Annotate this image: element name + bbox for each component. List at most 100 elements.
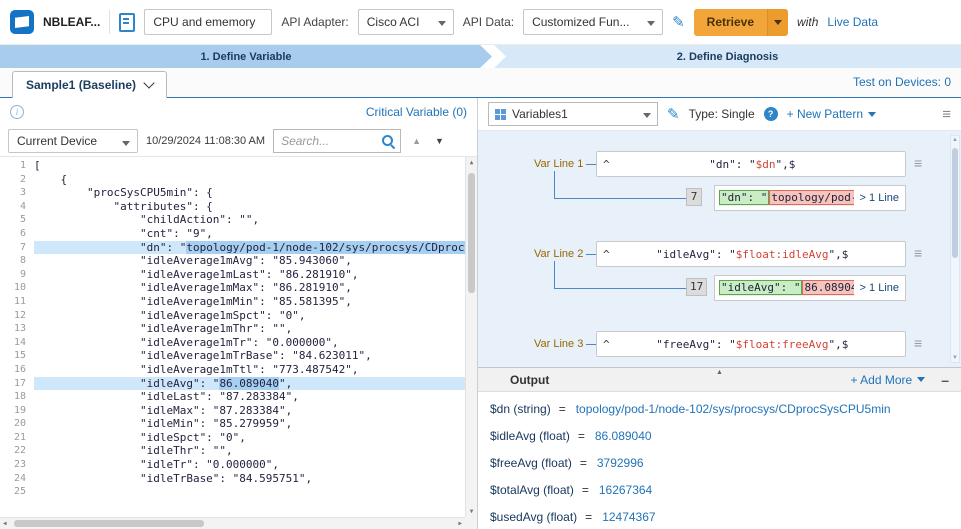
collapse-output-icon[interactable]: ▲ xyxy=(716,368,723,377)
code-line[interactable]: 3 "procSysCPU5min": { xyxy=(0,186,465,200)
line-number: 25 xyxy=(0,485,34,499)
info-icon[interactable]: i xyxy=(10,105,24,119)
find-previous-icon[interactable]: ▲ xyxy=(409,134,424,148)
test-on-devices-link[interactable]: Test on Devices: 0 xyxy=(853,75,951,89)
selected-text: 86.089040 xyxy=(219,377,279,390)
line-number: 18 xyxy=(0,390,34,404)
match-preview[interactable]: "dn": "topology/pod-1/node-102/sy> 1 Lin… xyxy=(714,185,906,211)
code-line[interactable]: 10 "idleAverage1mMax": "86.281910", xyxy=(0,281,465,295)
vertical-scrollbar-thumb[interactable] xyxy=(468,173,475,293)
help-icon[interactable]: ? xyxy=(764,107,778,121)
scroll-left-icon[interactable]: ◀ xyxy=(3,520,7,527)
code-line[interactable]: 6 "cnt": "9", xyxy=(0,227,465,241)
tab-sample1-baseline[interactable]: Sample1 (Baseline) xyxy=(12,71,167,98)
code-line[interactable]: 25 xyxy=(0,485,465,499)
code-line[interactable]: 8 "idleAverage1mAvg": "85.943060", xyxy=(0,254,465,268)
retrieve-label[interactable]: Retrieve xyxy=(694,9,767,36)
code-line[interactable]: 16 "idleAverage1mTtl": "773.487542", xyxy=(0,363,465,377)
search-input[interactable] xyxy=(279,133,377,149)
code-line[interactable]: 12 "idleAverage1mSpct": "0", xyxy=(0,309,465,323)
step-define-variable[interactable]: 1. Define Variable xyxy=(0,45,492,68)
code-line[interactable]: 5 "childAction": "", xyxy=(0,213,465,227)
new-pattern-link[interactable]: + New Pattern xyxy=(787,107,876,121)
code-text: "idleThr": "", xyxy=(34,444,465,458)
search-box[interactable] xyxy=(273,129,401,153)
code-line[interactable]: 2 { xyxy=(0,173,465,187)
pattern-variable: $dn xyxy=(756,158,776,171)
api-adapter-select[interactable]: Cisco ACI xyxy=(358,9,454,35)
edit-api-data-icon[interactable]: ✎ xyxy=(672,15,685,30)
critical-variable-link[interactable]: Critical Variable (0) xyxy=(366,105,467,119)
editor-vertical-scrollbar[interactable]: ▲ ▼ xyxy=(465,157,477,517)
api-adapter-value: Cisco ACI xyxy=(367,15,420,29)
var-line-menu-icon[interactable]: ≡ xyxy=(914,156,922,171)
retrieve-button[interactable]: Retrieve xyxy=(694,9,788,36)
expand-one-line-link[interactable]: > 1 Line xyxy=(860,192,899,204)
code-editor[interactable]: 1[2 {3 "procSysCPU5min": {4 "attributes"… xyxy=(0,156,477,529)
step-define-diagnosis[interactable]: 2. Define Diagnosis xyxy=(494,45,961,68)
code-line[interactable]: 15 "idleAverage1mTrBase": "84.623011", xyxy=(0,349,465,363)
edit-variables-icon[interactable]: ✎ xyxy=(667,107,680,122)
equals-sign: = xyxy=(582,483,589,497)
var-line-menu-icon[interactable]: ≡ xyxy=(914,336,922,351)
chevron-down-icon[interactable] xyxy=(143,77,154,88)
code-text: "idleAvg": "86.089040", xyxy=(34,377,465,391)
var-line-menu-icon[interactable]: ≡ xyxy=(914,246,922,261)
output-header: ▲ Output + Add More – xyxy=(478,367,961,392)
device-select[interactable]: Current Device xyxy=(8,129,138,153)
code-line[interactable]: 7 "dn": "topology/pod-1/node-102/sys/pro… xyxy=(0,241,465,255)
pattern-input[interactable]: ^"idleAvg": "$float:idleAvg",$ xyxy=(596,241,906,267)
code-line[interactable]: 22 "idleThr": "", xyxy=(0,444,465,458)
find-next-icon[interactable]: ▼ xyxy=(432,134,447,148)
equals-sign: = xyxy=(559,402,566,416)
scroll-up-icon[interactable]: ▲ xyxy=(951,137,959,143)
code-prefix: "dn": " xyxy=(34,241,186,254)
expand-one-line-link[interactable]: > 1 Line xyxy=(860,282,899,294)
code-line[interactable]: 18 "idleLast": "87.283384", xyxy=(0,390,465,404)
code-line[interactable]: 11 "idleAverage1mMin": "85.581395", xyxy=(0,295,465,309)
match-preview[interactable]: "idleAvg": "86.089040",> 1 Line xyxy=(714,275,906,301)
output-variable-name: $usedAvg (float) xyxy=(490,510,577,524)
code-line[interactable]: 20 "idleMin": "85.279959", xyxy=(0,417,465,431)
connector-line xyxy=(554,171,555,198)
pattern-scrollbar-thumb[interactable] xyxy=(952,148,958,258)
output-variable-name: $freeAvg (float) xyxy=(490,456,572,470)
retrieve-dropdown-icon[interactable] xyxy=(767,9,788,36)
task-name-box[interactable]: CPU and ememory xyxy=(144,9,272,35)
line-number: 22 xyxy=(0,444,34,458)
pattern-input[interactable]: ^"dn": "$dn",$ xyxy=(596,151,906,177)
variables-select[interactable]: Variables1 xyxy=(488,102,658,126)
editor-horizontal-scrollbar[interactable]: ◀ ▶ xyxy=(0,517,465,529)
pattern-prefix: "idleAvg": " xyxy=(656,248,735,261)
scroll-down-icon[interactable]: ▼ xyxy=(470,508,474,515)
add-more-link[interactable]: + Add More xyxy=(850,373,925,387)
line-number: 9 xyxy=(0,268,34,282)
code-line[interactable]: 24 "idleTrBase": "84.595751", xyxy=(0,472,465,486)
scroll-down-icon[interactable]: ▼ xyxy=(951,355,959,361)
output-row: $totalAvg (float)=16267364 xyxy=(478,477,961,504)
code-text: [ xyxy=(34,159,465,173)
scroll-up-icon[interactable]: ▲ xyxy=(470,159,474,166)
live-data-link[interactable]: Live Data xyxy=(827,15,878,29)
pattern-menu-icon[interactable]: ≡ xyxy=(942,107,951,122)
code-line[interactable]: 23 "idleTr": "0.000000", xyxy=(0,458,465,472)
api-data-select[interactable]: Customized Fun... xyxy=(523,9,663,35)
code-line[interactable]: 1[ xyxy=(0,159,465,173)
pattern-scrollbar[interactable]: ▲ ▼ xyxy=(950,135,960,363)
minimize-output-icon[interactable]: – xyxy=(941,373,949,387)
scroll-right-icon[interactable]: ▶ xyxy=(458,520,462,527)
code-line[interactable]: 9 "idleAverage1mLast": "86.281910", xyxy=(0,268,465,282)
code-line[interactable]: 17 "idleAvg": "86.089040", xyxy=(0,377,465,391)
search-icon[interactable] xyxy=(381,134,395,148)
chevron-down-icon xyxy=(868,112,876,117)
code-line[interactable]: 4 "attributes": { xyxy=(0,200,465,214)
code-line[interactable]: 19 "idleMax": "87.283384", xyxy=(0,404,465,418)
api-adapter-label: API Adapter: xyxy=(281,15,348,29)
code-line[interactable]: 13 "idleAverage1mThr": "", xyxy=(0,322,465,336)
pattern-input[interactable]: ^"freeAvg": "$float:freeAvg",$ xyxy=(596,331,906,357)
runbook-icon[interactable] xyxy=(119,13,135,32)
var-line-group: Var Line 1^"dn": "$dn",$≡7"dn": "topolog… xyxy=(534,151,906,211)
code-line[interactable]: 21 "idleSpct": "0", xyxy=(0,431,465,445)
horizontal-scrollbar-thumb[interactable] xyxy=(14,520,204,527)
code-line[interactable]: 14 "idleAverage1mTr": "0.000000", xyxy=(0,336,465,350)
